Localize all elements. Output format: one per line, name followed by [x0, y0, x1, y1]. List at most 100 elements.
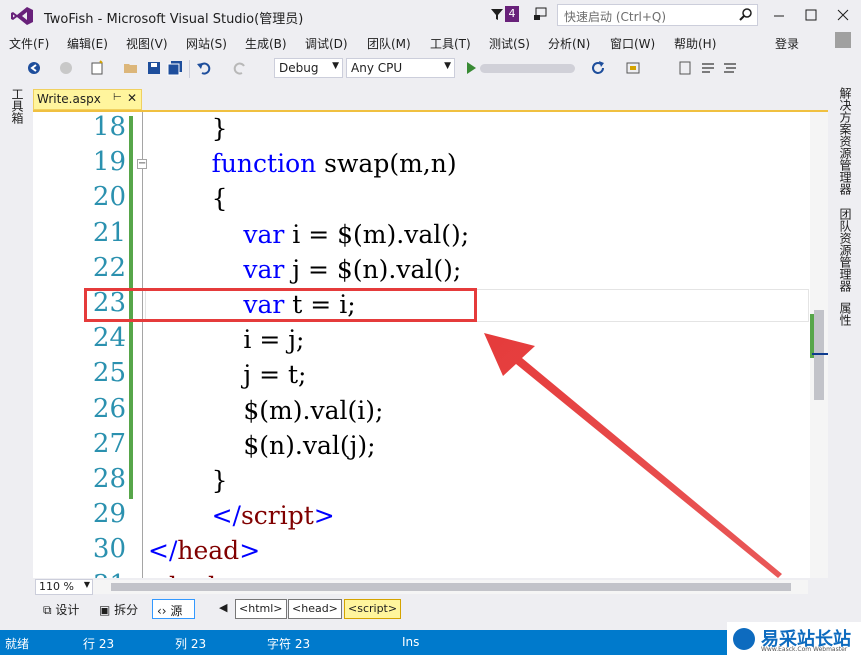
status-line: 行 23 — [83, 637, 115, 651]
code-token: } — [211, 466, 228, 495]
code-editor[interactable]: − 1819202122232425262728293031 } functio… — [33, 112, 810, 578]
code-line[interactable]: i = j; — [148, 325, 304, 354]
code-keyword: function — [211, 149, 317, 179]
menu-edit[interactable]: 编辑(E) — [67, 35, 108, 52]
close-tab-icon[interactable]: ✕ — [127, 91, 137, 105]
menu-tools[interactable]: 工具(T) — [430, 35, 471, 52]
code-line[interactable]: j = t; — [148, 360, 306, 389]
breadcrumb-script[interactable]: <script> — [344, 599, 402, 619]
configuration-select[interactable]: Debug ▼ — [274, 58, 343, 78]
code-line[interactable]: </script> — [148, 501, 335, 530]
configuration-value: Debug — [279, 61, 319, 75]
redo-icon[interactable] — [232, 60, 248, 76]
code-line[interactable]: { — [148, 184, 228, 213]
menu-window[interactable]: 窗口(W) — [610, 35, 655, 52]
code-keyword: var — [243, 219, 285, 249]
forward-icon[interactable] — [58, 60, 74, 76]
toolbar: Debug ▼ Any CPU ▼ — [0, 54, 861, 82]
pin-icon[interactable]: ⊢ — [113, 92, 122, 103]
menu-team[interactable]: 团队(M) — [367, 35, 411, 52]
login-link[interactable]: 登录 — [775, 35, 799, 52]
line-number: 28 — [92, 464, 126, 494]
scrollbar-thumb[interactable] — [111, 583, 791, 591]
properties-tab[interactable]: 属性 — [837, 302, 854, 326]
scrollbar-caret-marker — [812, 353, 828, 355]
watermark: 易采站长站 Www.Easck.Com Webmaster — [727, 622, 861, 655]
code-line[interactable]: $(m).val(i); — [148, 396, 383, 425]
code-keyword: var — [243, 254, 285, 284]
breadcrumb-html[interactable]: <html> — [235, 599, 287, 619]
code-line[interactable]: </head> — [148, 536, 260, 565]
design-view-button[interactable]: ⧉ 设计 — [39, 599, 83, 619]
document-icon[interactable] — [677, 60, 693, 76]
menu-website[interactable]: 网站(S) — [186, 35, 227, 52]
platform-select[interactable]: Any CPU ▼ — [346, 58, 455, 78]
comment-icon[interactable] — [700, 60, 716, 76]
line-number: 31 — [33, 570, 126, 578]
line-number: 27 — [92, 428, 126, 459]
filter-icon[interactable] — [490, 7, 504, 21]
code-token: </ — [211, 501, 241, 531]
feedback-icon[interactable] — [533, 6, 549, 22]
window-title: TwoFish - Microsoft Visual Studio(管理员) — [44, 12, 304, 27]
back-icon[interactable] — [26, 60, 42, 76]
undo-icon[interactable] — [196, 60, 212, 76]
maximize-button[interactable] — [800, 4, 822, 26]
code-line[interactable]: $(n).val(j); — [148, 431, 375, 460]
uncomment-icon[interactable] — [722, 60, 738, 76]
line-number: 20 — [92, 182, 126, 213]
menu-file[interactable]: 文件(F) — [9, 35, 49, 52]
code-line[interactable]: function swap(m,n) — [148, 149, 457, 178]
breadcrumb-left-icon[interactable]: ◀ — [219, 601, 227, 614]
breadcrumb-head[interactable]: <head> — [288, 599, 342, 619]
browser-link-icon[interactable] — [625, 60, 641, 76]
zoom-value: 110 % — [39, 580, 74, 593]
scrollbar-thumb[interactable] — [814, 310, 824, 400]
minimize-button[interactable] — [768, 4, 790, 26]
view-bar: ⧉ 设计 ▣ 拆分 ‹› 源 ◀ <html> <head> <script> — [33, 596, 828, 622]
start-debug-icon[interactable] — [463, 60, 479, 76]
title-bar: TwoFish - Microsoft Visual Studio(管理员) 4… — [0, 0, 861, 32]
vertical-scrollbar[interactable] — [810, 112, 828, 578]
code-line[interactable]: } — [148, 114, 228, 143]
tab-write-aspx[interactable]: Write.aspx ⊢ ✕ — [33, 89, 142, 110]
menu-debug[interactable]: 调试(D) — [305, 35, 348, 52]
open-file-icon[interactable] — [123, 60, 139, 76]
horizontal-scrollbar[interactable] — [93, 580, 808, 594]
toolbox-tab[interactable]: 工具箱 — [9, 88, 26, 124]
browser-target-select[interactable] — [480, 64, 575, 73]
source-view-button[interactable]: ‹› 源 — [152, 599, 195, 619]
menu-analyze[interactable]: 分析(N) — [548, 35, 590, 52]
split-view-button[interactable]: ▣ 拆分 — [95, 599, 142, 619]
code-line[interactable]: var i = $(m).val(); — [148, 220, 469, 249]
collapse-icon[interactable]: − — [137, 159, 147, 169]
zoom-select[interactable]: 110 % ▼ — [35, 579, 93, 595]
code-token: > — [313, 501, 335, 531]
menu-test[interactable]: 测试(S) — [489, 35, 530, 52]
account-icon[interactable] — [835, 32, 851, 48]
outline-guide — [142, 112, 143, 578]
team-explorer-tab[interactable]: 团队资源管理器 — [837, 208, 854, 292]
save-all-icon[interactable] — [167, 60, 183, 76]
chevron-down-icon: ▼ — [444, 61, 451, 71]
solution-explorer-tab[interactable]: 解决方案资源管理器 — [837, 87, 854, 195]
line-number: 19 — [92, 147, 126, 178]
notification-badge[interactable]: 4 — [505, 6, 519, 22]
quick-launch-input[interactable]: 快速启动 (Ctrl+Q) — [557, 4, 758, 26]
menu-help[interactable]: 帮助(H) — [674, 35, 716, 52]
new-project-icon[interactable] — [89, 60, 105, 76]
quick-launch-placeholder: 快速启动 (Ctrl+Q) — [564, 10, 667, 24]
menu-build[interactable]: 生成(B) — [245, 35, 287, 52]
visual-studio-logo-icon — [11, 7, 33, 25]
refresh-icon[interactable] — [590, 60, 606, 76]
code-line[interactable]: var j = $(n).val(); — [148, 255, 461, 284]
code-line[interactable]: } — [148, 466, 228, 495]
status-ready: 就绪 — [5, 637, 30, 651]
save-icon[interactable] — [146, 60, 162, 76]
close-window-button[interactable] — [832, 4, 854, 26]
menu-view[interactable]: 视图(V) — [126, 35, 168, 52]
